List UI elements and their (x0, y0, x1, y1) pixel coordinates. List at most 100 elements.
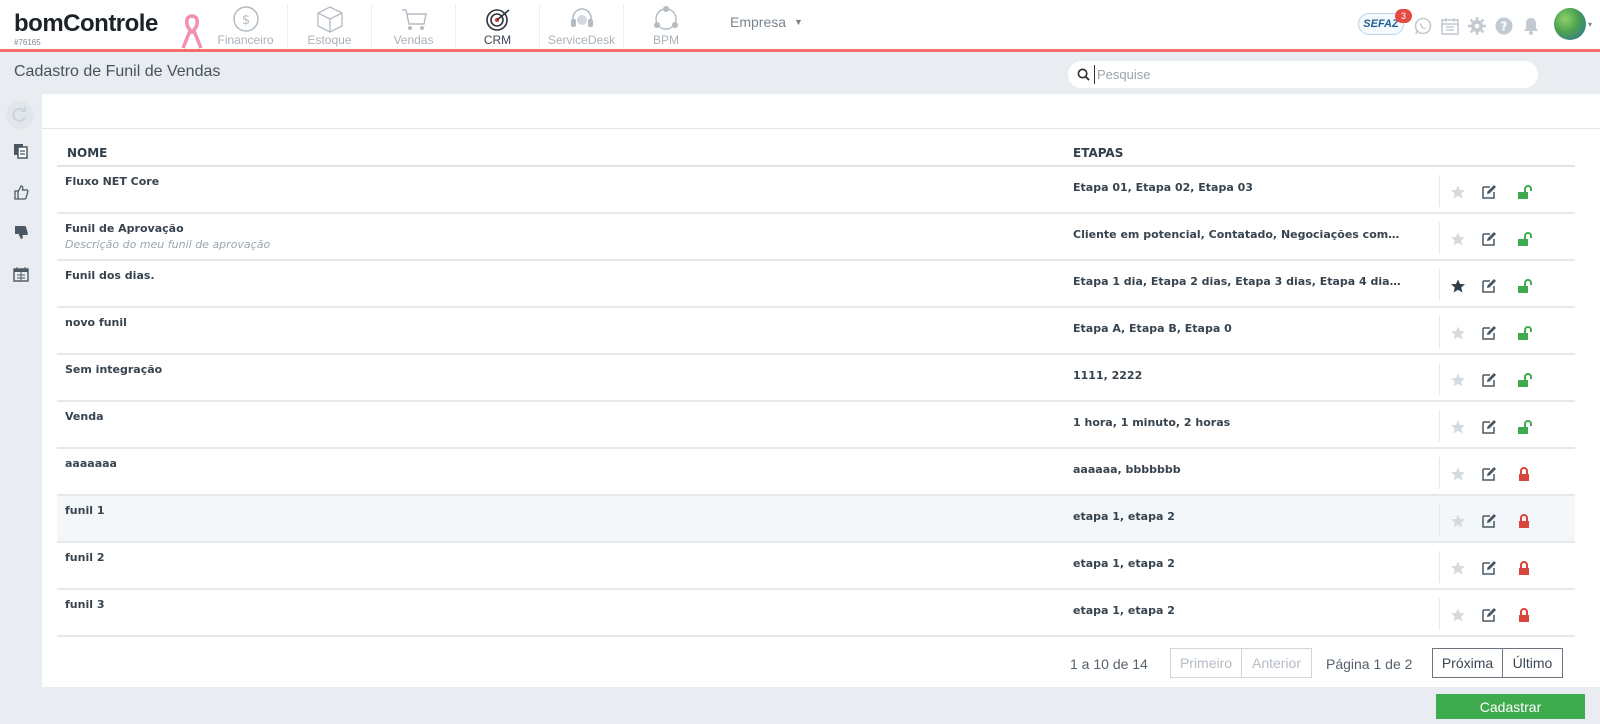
module-estoque[interactable]: Estoque (288, 4, 372, 48)
search-input[interactable] (1094, 65, 1524, 84)
table-row[interactable]: funil 1 etapa 1, etapa 2 (57, 496, 1575, 543)
pink-ribbon-icon (181, 14, 203, 49)
next-page-button[interactable]: Próxima (1432, 648, 1503, 678)
funnel-name: funil 1 (65, 504, 105, 517)
row-actions (1439, 410, 1575, 442)
unlock-icon[interactable] (1516, 184, 1532, 200)
refresh-icon (12, 107, 26, 122)
favorite-star-icon[interactable] (1450, 513, 1466, 529)
whatsapp-icon[interactable] (1413, 16, 1433, 36)
previous-page-button[interactable]: Anterior (1241, 648, 1312, 678)
edit-icon[interactable] (1481, 184, 1497, 200)
row-actions (1439, 269, 1575, 301)
company-label: Empresa (730, 14, 787, 30)
edit-icon[interactable] (1481, 278, 1497, 294)
funnel-name: Funil de Aprovação (65, 222, 184, 235)
module-label: ServiceDesk (547, 33, 616, 47)
funnel-name: funil 3 (65, 598, 105, 611)
table-row[interactable]: Funil de Aprovação Descrição do meu funil… (57, 214, 1575, 261)
edit-icon[interactable] (1481, 607, 1497, 623)
unlock-icon[interactable] (1516, 372, 1532, 388)
module-bpm[interactable]: BPM (624, 4, 708, 48)
favorite-star-icon[interactable] (1450, 231, 1466, 247)
refresh-button[interactable] (6, 101, 34, 129)
lock-icon[interactable] (1516, 513, 1532, 529)
table-row[interactable]: Fluxo NET Core Etapa 01, Etapa 02, Etapa … (57, 167, 1575, 214)
search-icon (1077, 68, 1090, 81)
edit-icon[interactable] (1481, 231, 1497, 247)
first-page-button[interactable]: Primeiro (1170, 648, 1242, 678)
module-vendas[interactable]: Vendas (372, 4, 456, 48)
funnel-stages: Etapa 1 dia, Etapa 2 dias, Etapa 3 dias,… (1073, 275, 1403, 288)
row-actions (1439, 457, 1575, 489)
row-actions (1439, 598, 1575, 630)
table-row[interactable]: novo funil Etapa A, Etapa B, Etapa 0 (57, 308, 1575, 355)
thumbs-up-icon[interactable] (13, 184, 29, 200)
table-row[interactable]: Funil dos dias. Etapa 1 dia, Etapa 2 dias… (57, 261, 1575, 308)
thumbs-down-icon[interactable] (13, 225, 29, 241)
funnel-list-card: NOME ETAPAS Fluxo NET Core Etapa 01, Etap… (42, 94, 1600, 687)
edit-icon[interactable] (1481, 560, 1497, 576)
avatar-caret-icon[interactable]: ▾ (1588, 20, 1592, 29)
cadastrar-button[interactable]: Cadastrar (1436, 694, 1585, 719)
svg-text:$: $ (241, 13, 249, 28)
table-row[interactable]: funil 3 etapa 1, etapa 2 (57, 590, 1575, 637)
favorite-star-icon[interactable] (1450, 184, 1466, 200)
funnel-name: Funil dos dias. (65, 269, 155, 282)
favorite-star-icon[interactable] (1450, 466, 1466, 482)
help-icon[interactable]: ? (1494, 16, 1514, 36)
funnel-name: Sem integração (65, 363, 163, 376)
user-avatar[interactable] (1554, 8, 1586, 40)
copy-documents-icon[interactable] (13, 143, 29, 159)
gear-icon[interactable] (1467, 16, 1487, 36)
lock-icon[interactable] (1516, 560, 1532, 576)
table-row[interactable]: funil 2 etapa 1, etapa 2 (57, 543, 1575, 590)
lock-icon[interactable] (1516, 466, 1532, 482)
module-financeiro[interactable]: $ Financeiro (204, 4, 288, 48)
unlock-icon[interactable] (1516, 231, 1532, 247)
box-icon (316, 6, 343, 33)
search-box (1068, 61, 1538, 88)
favorite-star-icon[interactable] (1450, 607, 1466, 623)
funnel-stages: Etapa A, Etapa B, Etapa 0 (1073, 322, 1232, 335)
lock-icon[interactable] (1516, 607, 1532, 623)
favorite-star-icon[interactable] (1450, 560, 1466, 576)
unlock-icon[interactable] (1516, 325, 1532, 341)
row-actions (1439, 175, 1575, 207)
edit-icon[interactable] (1481, 419, 1497, 435)
favorite-star-icon[interactable] (1450, 325, 1466, 341)
funnel-name: Fluxo NET Core (65, 175, 160, 188)
module-label: BPM (652, 33, 679, 47)
module-servicedesk[interactable]: ServiceDesk (540, 4, 624, 48)
headset-icon (570, 8, 593, 27)
module-label: CRM (483, 33, 512, 47)
table-row[interactable]: aaaaaaa aaaaaa, bbbbbbb (57, 449, 1575, 496)
table-row[interactable]: Venda 1 hora, 1 minuto, 2 horas (57, 402, 1575, 449)
calendar-icon[interactable] (1440, 16, 1460, 36)
bell-icon[interactable] (1521, 16, 1541, 36)
page-title: Cadastro de Funil de Vendas (14, 63, 221, 80)
edit-icon[interactable] (1481, 513, 1497, 529)
module-crm[interactable]: CRM (456, 4, 540, 48)
unlock-icon[interactable] (1516, 278, 1532, 294)
funnel-stages: etapa 1, etapa 2 (1073, 557, 1175, 570)
favorite-star-icon[interactable] (1450, 278, 1466, 294)
unlock-icon[interactable] (1516, 419, 1532, 435)
edit-icon[interactable] (1481, 372, 1497, 388)
company-selector[interactable]: Empresa ▼ (730, 14, 803, 30)
row-actions (1439, 551, 1575, 583)
module-label: Estoque (307, 33, 352, 47)
pagination-range: 1 a 10 de 14 (1070, 656, 1148, 672)
edit-icon[interactable] (1481, 325, 1497, 341)
column-header-etapas[interactable]: ETAPAS (1073, 146, 1123, 160)
column-header-nome[interactable]: NOME (67, 146, 107, 160)
calendar-icon[interactable] (13, 266, 29, 282)
favorite-star-icon[interactable] (1450, 419, 1466, 435)
table-row[interactable]: Sem integração 1111, 2222 (57, 355, 1575, 402)
funnel-stages: etapa 1, etapa 2 (1073, 510, 1175, 523)
last-page-button[interactable]: Último (1502, 648, 1563, 678)
account-id: #76165 (14, 38, 41, 47)
brand-logo[interactable]: bomControle (14, 10, 158, 38)
edit-icon[interactable] (1481, 466, 1497, 482)
favorite-star-icon[interactable] (1450, 372, 1466, 388)
